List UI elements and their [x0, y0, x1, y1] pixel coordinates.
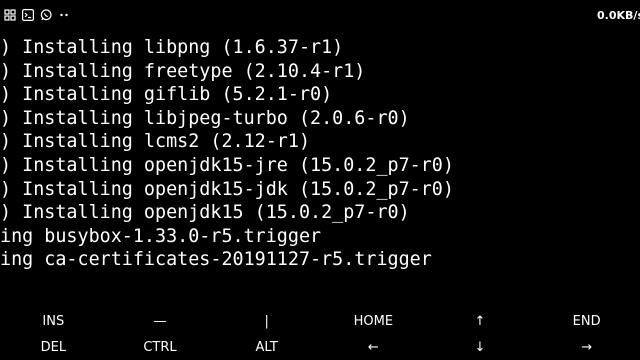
network-speed: 0.0KB/s — [597, 9, 640, 22]
key-ctrl[interactable]: CTRL — [107, 334, 214, 360]
terminal-line: ) Installing openjdk15 (15.0.2_p7-r0) — [0, 202, 410, 224]
key-alt[interactable]: ALT — [213, 334, 320, 360]
terminal-output[interactable]: ) Installing libpng (1.6.37-r1)) Install… — [0, 36, 640, 276]
whatsapp-icon — [40, 9, 52, 21]
terminal-line: ) Installing libjpeg-turbo (2.0.6-r0) — [0, 107, 410, 129]
notification-icons — [4, 9, 70, 21]
status-bar: 0.0KB/s — [0, 0, 640, 30]
key-right[interactable]: → — [533, 334, 640, 360]
key-dash[interactable]: — — [107, 308, 214, 334]
extra-keys-bar: INS — | HOME ↑ END DEL CTRL ALT ← ↓ → — [0, 308, 640, 360]
terminal-icon — [22, 9, 34, 21]
key-del[interactable]: DEL — [0, 334, 107, 360]
key-down[interactable]: ↓ — [427, 334, 534, 360]
terminal-line: ) Installing freetype (2.10.4-r1) — [0, 60, 366, 82]
terminal-line: ing ca-certificates-20191127-r5.trigger — [0, 249, 432, 271]
key-end[interactable]: END — [533, 308, 640, 334]
terminal-line: ) Installing openjdk15-jre (15.0.2_p7-r0… — [0, 154, 454, 176]
key-pipe[interactable]: | — [213, 308, 320, 334]
key-up[interactable]: ↑ — [427, 308, 534, 334]
more-icon — [58, 9, 70, 21]
terminal-line: ) Installing openjdk15-jdk (15.0.2_p7-r0… — [0, 178, 454, 200]
terminal-line: ing busybox-1.33.0-r5.trigger — [0, 225, 322, 247]
terminal-line: ) Installing libpng (1.6.37-r1) — [0, 37, 344, 58]
terminal-line: ) Installing giflib (5.2.1-r0) — [0, 84, 333, 106]
grid-icon — [4, 9, 16, 21]
key-ins[interactable]: INS — [0, 308, 107, 334]
key-left[interactable]: ← — [320, 334, 427, 360]
key-home[interactable]: HOME — [320, 308, 427, 334]
terminal-line: ) Installing lcms2 (2.12-r1) — [0, 131, 311, 153]
